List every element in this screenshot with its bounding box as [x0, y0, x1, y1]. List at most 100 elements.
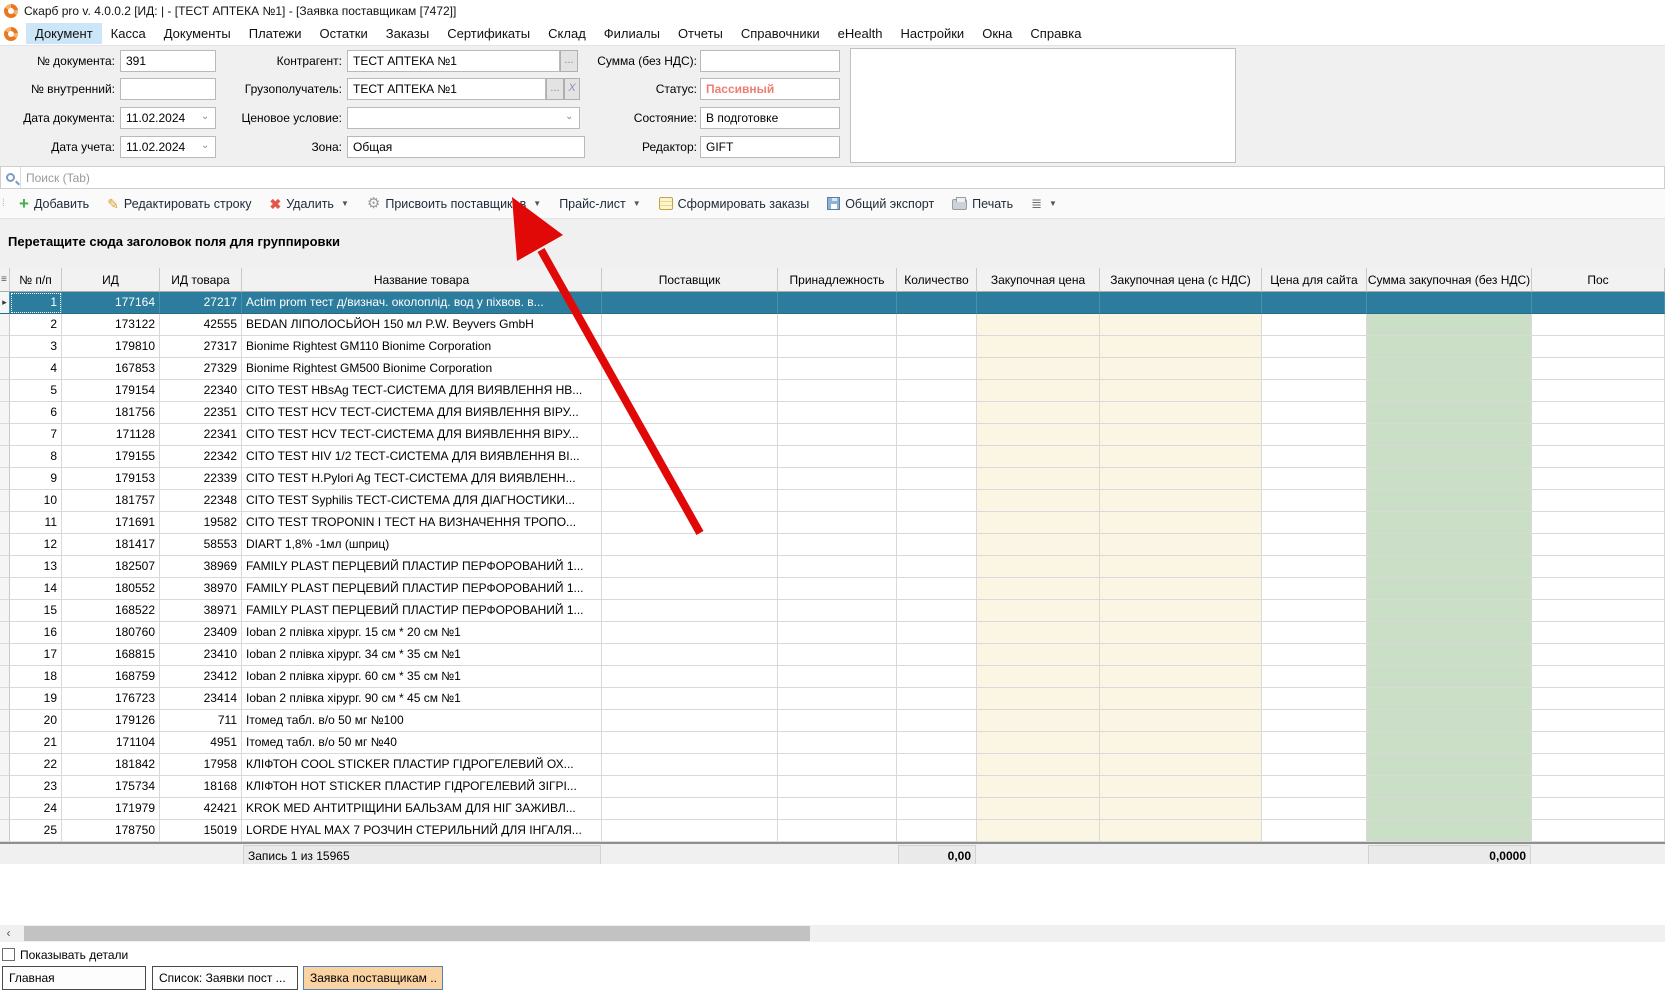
cell-id[interactable]: 181417 — [62, 534, 160, 556]
cell-empty[interactable] — [1262, 754, 1367, 776]
cell-empty[interactable] — [1262, 710, 1367, 732]
cell-product-id[interactable]: 22351 — [160, 402, 242, 424]
row-indicator[interactable] — [0, 644, 10, 666]
cell-empty[interactable] — [1100, 292, 1262, 314]
cell-row-number[interactable]: 16 — [10, 622, 62, 644]
cell-empty[interactable] — [778, 578, 897, 600]
table-row[interactable]: 1418055238970FAMILY PLAST ПЕРЦЕВИЙ ПЛАСТ… — [0, 578, 1665, 600]
cell-id[interactable]: 179154 — [62, 380, 160, 402]
cell-empty[interactable] — [1262, 556, 1367, 578]
cell-product-name[interactable]: Ioban 2 плівка хірург. 34 см * 35 см №1 — [242, 644, 602, 666]
cell-empty[interactable] — [977, 534, 1100, 556]
cell-empty[interactable] — [1100, 556, 1262, 578]
cell-id[interactable]: 180760 — [62, 622, 160, 644]
row-indicator[interactable] — [0, 820, 10, 842]
cell-empty[interactable] — [1532, 688, 1665, 710]
cell-empty[interactable] — [1100, 622, 1262, 644]
cell-product-id[interactable]: 42555 — [160, 314, 242, 336]
cell-id[interactable]: 176723 — [62, 688, 160, 710]
cell-empty[interactable] — [778, 798, 897, 820]
search-input[interactable] — [21, 168, 1664, 188]
row-indicator[interactable] — [0, 622, 10, 644]
cell-empty[interactable] — [1532, 380, 1665, 402]
cell-product-name[interactable]: KROK MED АНТИТРІЩИНИ БАЛЬЗАМ ДЛЯ НІГ ЗАЖ… — [242, 798, 602, 820]
cell-row-number[interactable]: 20 — [10, 710, 62, 732]
cell-empty[interactable] — [1100, 600, 1262, 622]
table-row[interactable]: 1318250738969FAMILY PLAST ПЕРЦЕВИЙ ПЛАСТ… — [0, 556, 1665, 578]
table-row[interactable]: 317981027317Bionime Rightest GM110 Bioni… — [0, 336, 1665, 358]
cell-product-name[interactable]: Ітомед табл. в/о 50 мг №100 — [242, 710, 602, 732]
cell-empty[interactable] — [602, 578, 778, 600]
cell-empty[interactable] — [1367, 666, 1532, 688]
cell-product-id[interactable]: 27317 — [160, 336, 242, 358]
cell-empty[interactable] — [1367, 710, 1532, 732]
cell-product-name[interactable]: DIART 1,8% -1мл (шприц) — [242, 534, 602, 556]
tab-list-orders[interactable]: Список: Заявки пост ... — [152, 966, 298, 990]
cell-product-id[interactable]: 22340 — [160, 380, 242, 402]
cell-empty[interactable] — [778, 688, 897, 710]
cell-empty[interactable] — [602, 754, 778, 776]
cell-empty[interactable] — [1532, 556, 1665, 578]
cell-empty[interactable] — [1367, 754, 1532, 776]
cell-product-name[interactable]: CITO TEST Syphilis ТЕСТ-СИСТЕМА ДЛЯ ДІАГ… — [242, 490, 602, 512]
row-indicator[interactable] — [0, 358, 10, 380]
cell-id[interactable]: 171691 — [62, 512, 160, 534]
table-row[interactable]: 717112822341CITO TEST HCV ТЕСТ-СИСТЕМА Д… — [0, 424, 1665, 446]
cell-empty[interactable] — [1262, 688, 1367, 710]
column-header[interactable]: ИД товара — [160, 268, 242, 292]
cell-empty[interactable] — [778, 644, 897, 666]
row-indicator[interactable] — [0, 468, 10, 490]
cell-product-id[interactable]: 711 — [160, 710, 242, 732]
cell-row-number[interactable]: 13 — [10, 556, 62, 578]
row-indicator[interactable] — [0, 380, 10, 402]
cell-empty[interactable] — [778, 666, 897, 688]
cell-empty[interactable] — [977, 666, 1100, 688]
cell-product-id[interactable]: 23410 — [160, 644, 242, 666]
cell-product-id[interactable]: 15019 — [160, 820, 242, 842]
row-indicator[interactable] — [0, 446, 10, 468]
table-row[interactable]: 1917672323414Ioban 2 плівка хірург. 90 с… — [0, 688, 1665, 710]
cell-empty[interactable] — [897, 380, 977, 402]
cell-empty[interactable] — [602, 798, 778, 820]
cell-id[interactable]: 177164 — [62, 292, 160, 314]
cell-id[interactable]: 179126 — [62, 710, 160, 732]
row-indicator[interactable]: ▸ — [0, 292, 10, 314]
cell-empty[interactable] — [1367, 798, 1532, 820]
cell-row-number[interactable]: 3 — [10, 336, 62, 358]
cell-empty[interactable] — [977, 424, 1100, 446]
table-row[interactable]: 416785327329Bionime Rightest GM500 Bioni… — [0, 358, 1665, 380]
cell-empty[interactable] — [977, 622, 1100, 644]
cell-empty[interactable] — [602, 402, 778, 424]
cell-product-name[interactable]: FAMILY PLAST ПЕРЦЕВИЙ ПЛАСТИР ПЕРФОРОВАН… — [242, 556, 602, 578]
cell-id[interactable]: 175734 — [62, 776, 160, 798]
cell-empty[interactable] — [897, 578, 977, 600]
cell-product-name[interactable]: CITO TEST HIV 1/2 ТЕСТ-СИСТЕМА ДЛЯ ВИЯВЛ… — [242, 446, 602, 468]
cell-product-name[interactable]: CITO TEST HCV ТЕСТ-СИСТЕМА ДЛЯ ВИЯВЛЕННЯ… — [242, 424, 602, 446]
cell-empty[interactable] — [778, 754, 897, 776]
cell-empty[interactable] — [897, 710, 977, 732]
table-row[interactable]: 1716881523410Ioban 2 плівка хірург. 34 с… — [0, 644, 1665, 666]
cell-empty[interactable] — [1262, 358, 1367, 380]
cell-empty[interactable] — [977, 754, 1100, 776]
cell-row-number[interactable]: 9 — [10, 468, 62, 490]
table-row[interactable]: 517915422340CITO TEST HBsAg ТЕСТ-СИСТЕМА… — [0, 380, 1665, 402]
cell-product-id[interactable]: 23412 — [160, 666, 242, 688]
zone-field[interactable]: Общая — [347, 136, 585, 158]
cell-empty[interactable] — [1532, 490, 1665, 512]
row-indicator[interactable] — [0, 666, 10, 688]
cell-product-name[interactable]: BEDAN ЛІПОЛОСЬЙОН 150 мл P.W. Beyvers Gm… — [242, 314, 602, 336]
cell-product-name[interactable]: Ітомед табл. в/о 50 мг №40 — [242, 732, 602, 754]
cell-empty[interactable] — [977, 336, 1100, 358]
column-header[interactable]: Цена для сайта — [1262, 268, 1367, 292]
cell-row-number[interactable]: 5 — [10, 380, 62, 402]
group-by-panel[interactable]: Перетащите сюда заголовок поля для групп… — [0, 219, 1665, 268]
cell-id[interactable]: 171128 — [62, 424, 160, 446]
cell-product-id[interactable]: 22348 — [160, 490, 242, 512]
cell-empty[interactable] — [1262, 666, 1367, 688]
cell-empty[interactable] — [1367, 688, 1532, 710]
table-row[interactable]: 618175622351CITO TEST HCV ТЕСТ-СИСТЕМА Д… — [0, 402, 1665, 424]
cell-empty[interactable] — [1367, 644, 1532, 666]
cell-empty[interactable] — [977, 380, 1100, 402]
grid-corner-icon[interactable]: ≡ — [0, 268, 10, 292]
cell-empty[interactable] — [1367, 556, 1532, 578]
